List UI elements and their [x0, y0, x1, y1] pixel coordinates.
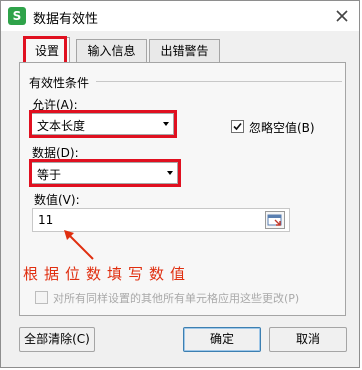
title-bar: S 数据有效性 — [1, 1, 359, 31]
checkmark-icon — [233, 122, 242, 131]
validation-criteria-title: 有效性条件 — [29, 76, 90, 90]
tab-input-message[interactable]: 输入信息 — [76, 39, 147, 62]
annotation-arrow-icon — [64, 230, 94, 260]
annotation-text: 根据位数填写数值 — [23, 265, 192, 283]
value-label: 数值(V): — [34, 193, 80, 207]
data-dropdown-highlight — [29, 159, 181, 187]
apply-all-label: 对所有同样设置的其他所有单元格应用这些更改(P) — [53, 292, 300, 305]
close-icon[interactable] — [334, 8, 350, 24]
ignore-blank-checkbox[interactable] — [231, 120, 244, 133]
ok-button[interactable]: 确定 — [183, 327, 261, 352]
ignore-blank-label: 忽略空值(B) — [249, 121, 315, 135]
cancel-button[interactable]: 取消 — [269, 327, 347, 352]
group-divider — [96, 81, 342, 82]
allow-dropdown-highlight — [29, 110, 177, 138]
data-validation-dialog: S 数据有效性 设置 输入信息 出错警告 有效性条件 允许(A): 文本长度 忽… — [0, 0, 360, 368]
clear-all-button[interactable]: 全部清除(C) — [19, 327, 95, 352]
range-select-icon — [267, 214, 282, 226]
range-picker-button[interactable] — [265, 211, 285, 229]
app-icon: S — [8, 7, 26, 25]
tab-settings-highlight — [23, 36, 67, 65]
tab-error-alert[interactable]: 出错警告 — [149, 39, 220, 62]
dialog-title: 数据有效性 — [33, 12, 99, 27]
value-input-text: 11 — [38, 213, 54, 227]
apply-all-checkbox[interactable] — [35, 291, 48, 304]
